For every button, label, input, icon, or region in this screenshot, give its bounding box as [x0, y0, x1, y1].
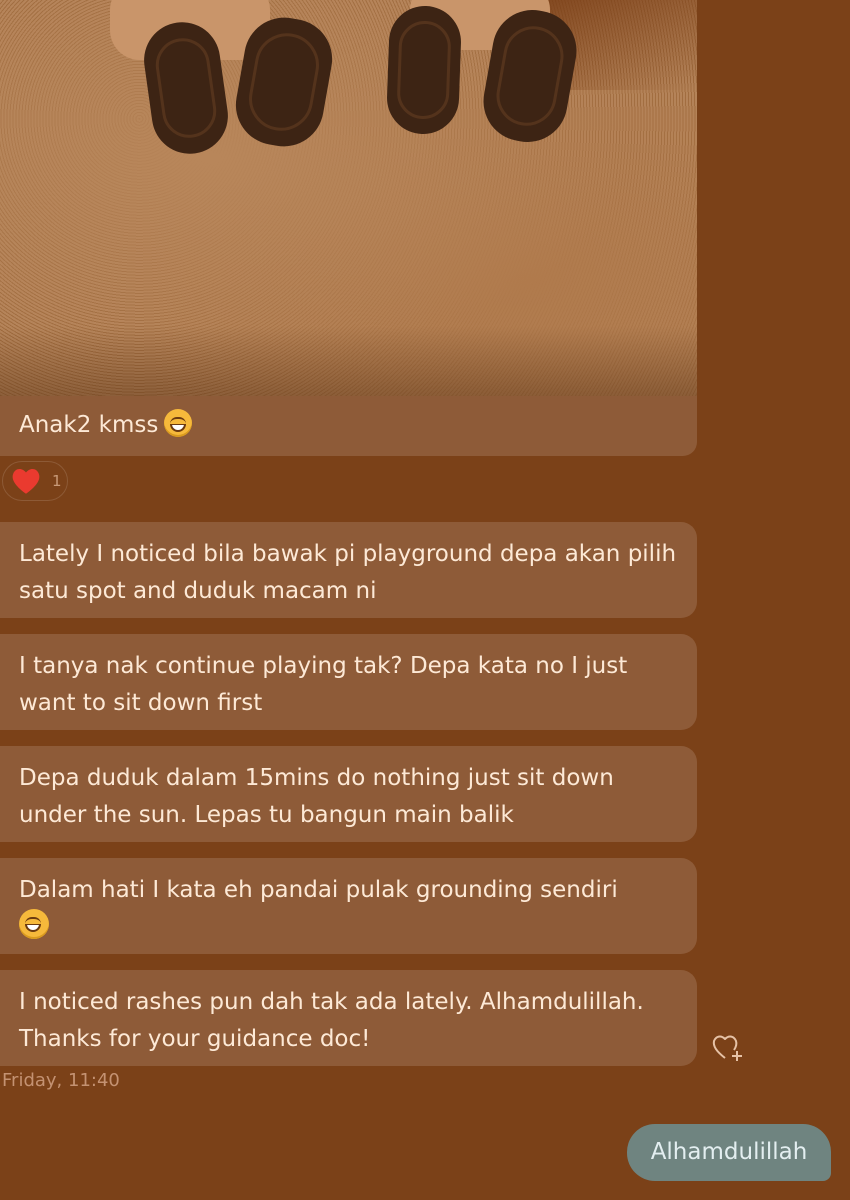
message-text: I noticed rashes pun dah tak ada lately.…	[19, 989, 644, 1052]
add-reaction-heart-icon[interactable]	[710, 1030, 748, 1064]
photo-shadow	[0, 326, 697, 396]
photo-shoe	[385, 4, 463, 136]
laughing-face-icon	[19, 909, 49, 939]
sent-message-bubble[interactable]: Alhamdulillah	[627, 1124, 831, 1181]
message-timestamp: Friday, 11:40	[2, 1070, 120, 1091]
shared-photo[interactable]	[0, 0, 697, 396]
message-bubble[interactable]: Dalam hati I kata eh pandai pulak ground…	[0, 858, 697, 954]
heart-icon	[9, 464, 43, 498]
grinning-face-icon	[164, 409, 193, 437]
message-text: I tanya nak continue playing tak? Depa k…	[19, 653, 628, 716]
message-bubble[interactable]: Depa duduk dalam 15mins do nothing just …	[0, 746, 697, 842]
heart-reaction[interactable]: 1	[2, 461, 68, 501]
message-text: Dalam hati I kata eh pandai pulak ground…	[19, 877, 618, 903]
photo-caption-bubble[interactable]: Anak2 kmss	[0, 396, 697, 456]
message-text: Lately I noticed bila bawak pi playgroun…	[19, 541, 677, 604]
reaction-count: 1	[52, 472, 62, 490]
message-bubble[interactable]: I noticed rashes pun dah tak ada lately.…	[0, 970, 697, 1066]
message-bubble[interactable]: Lately I noticed bila bawak pi playgroun…	[0, 522, 697, 618]
photo-caption-text: Anak2 kmss	[19, 412, 159, 438]
message-text: Depa duduk dalam 15mins do nothing just …	[19, 765, 614, 828]
message-bubble[interactable]: I tanya nak continue playing tak? Depa k…	[0, 634, 697, 730]
sent-message-text: Alhamdulillah	[650, 1139, 808, 1165]
